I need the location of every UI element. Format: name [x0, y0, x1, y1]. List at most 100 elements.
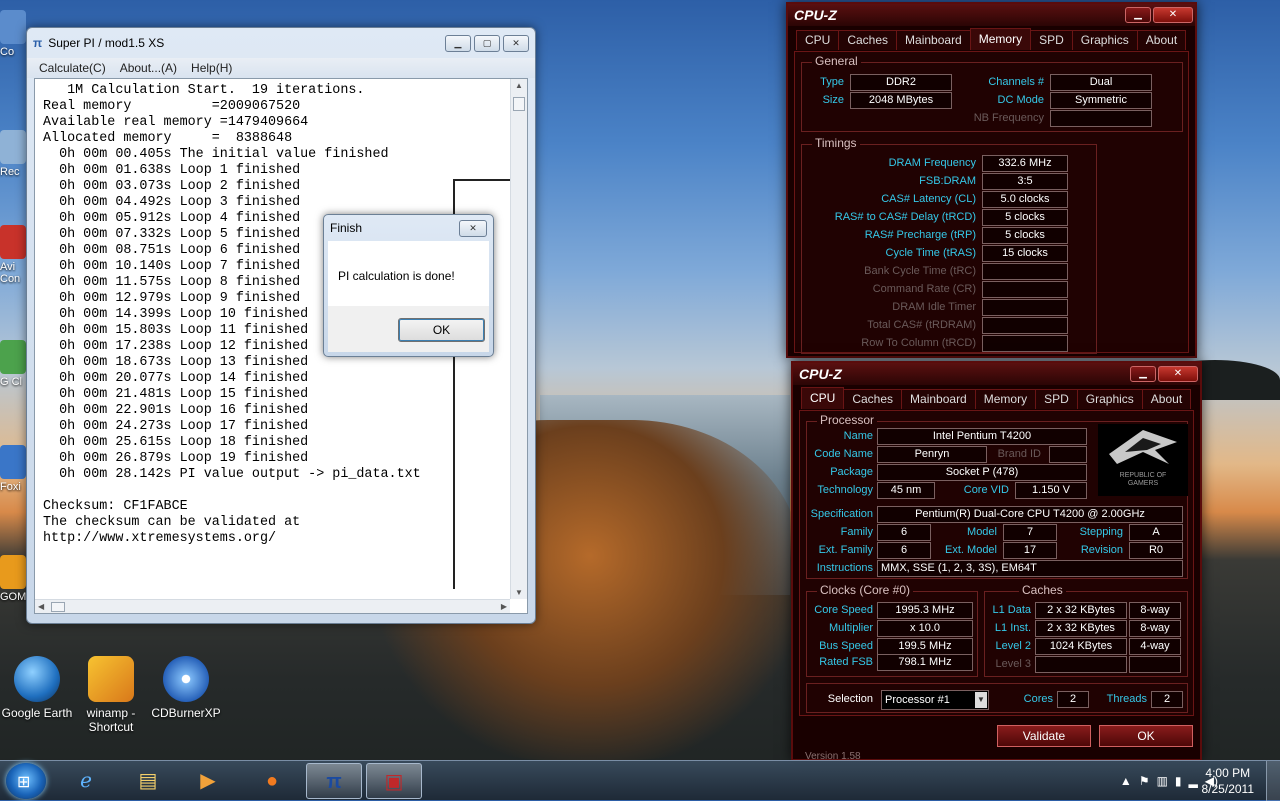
start-button[interactable]: ⊞ [6, 763, 46, 799]
output-line: 0h 00m 25.615s Loop 18 finished [43, 435, 309, 450]
output-line: 0h 00m 18.673s Loop 13 finished [43, 355, 309, 370]
cpuz-ok-button[interactable]: OK [1099, 725, 1193, 747]
output-line: 0h 00m 15.803s Loop 11 finished [43, 323, 309, 338]
power-icon[interactable]: ▮ [1175, 774, 1182, 788]
l2-label: Level 2 [995, 640, 1031, 652]
finish-dialog-titlebar[interactable]: Finish ✕ [324, 215, 493, 241]
desktop-icon-winamp[interactable]: winamp - Shortcut [71, 656, 151, 734]
cpuz-cpu-titlebar[interactable]: CPU-Z ▁ ✕ [793, 363, 1200, 385]
close-button[interactable]: ✕ [1158, 366, 1198, 382]
scroll-down-icon[interactable]: ▼ [515, 588, 523, 597]
minimize-button[interactable]: ▁ [445, 34, 471, 52]
desktop-icon-avi-converter[interactable]: Avi Con [0, 225, 28, 285]
selection-dropdown[interactable]: Processor #1 [881, 690, 989, 710]
taskbar-internet-explorer[interactable]: ℯ [58, 763, 114, 799]
taskbar-firefox[interactable]: ● [244, 763, 300, 799]
device-icon[interactable]: ▥ [1157, 774, 1168, 788]
desktop-icon-google-earth[interactable]: Google Earth [0, 656, 77, 720]
taskbar-media-player[interactable]: ▶ [180, 763, 236, 799]
validate-button[interactable]: Validate [997, 725, 1091, 747]
instructions-label: Instructions [816, 562, 873, 574]
finish-dialog-close-button[interactable]: ✕ [459, 219, 487, 237]
desktop-icon-cdburnerxp[interactable]: CDBurnerXP [146, 656, 226, 720]
cores-value: 2 [1057, 691, 1089, 708]
tab-memory[interactable]: Memory [974, 389, 1037, 409]
desktop-icon-recycle-bin[interactable]: Rec [0, 130, 28, 178]
tab-mainboard[interactable]: Mainboard [901, 389, 976, 409]
tab-caches[interactable]: Caches [843, 389, 903, 409]
ratedfsb-value: 798.1 MHz [877, 654, 973, 671]
cpuz-memory-titlebar[interactable]: CPU-Z ▁ ✕ [788, 4, 1195, 26]
tab-mainboard[interactable]: Mainboard [896, 30, 971, 50]
desktop-icon-foxit[interactable]: Foxi [0, 445, 28, 493]
l2-value: 1024 KBytes [1035, 638, 1127, 655]
output-line: 0h 00m 01.638s Loop 1 finished [43, 163, 301, 178]
l1d-label: L1 Data [992, 604, 1031, 616]
maximize-button[interactable]: ▢ [474, 34, 500, 52]
tab-memory[interactable]: Memory [969, 28, 1032, 50]
menu-calculate[interactable]: Calculate(C) [39, 61, 106, 75]
google-earth-icon [14, 656, 60, 702]
tab-about[interactable]: About [1136, 30, 1187, 50]
threads-label: Threads [1106, 693, 1147, 705]
dcmode-value: Symmetric [1050, 92, 1152, 109]
tab-graphics[interactable]: Graphics [1076, 389, 1143, 409]
show-hidden-icons-icon[interactable]: ▲ [1120, 774, 1132, 788]
tab-cpu[interactable]: CPU [796, 30, 840, 50]
corespeed-label: Core Speed [814, 604, 873, 616]
desktop-icon-computer[interactable]: Co [0, 10, 28, 58]
tab-about[interactable]: About [1141, 389, 1192, 409]
taskbar-clock[interactable]: 4:00 PM 8/25/2011 [1202, 765, 1255, 797]
scroll-right-icon[interactable]: ▶ [501, 602, 507, 611]
channels-label: Channels # [988, 76, 1044, 88]
package-value: Socket P (478) [877, 464, 1087, 481]
tab-spd[interactable]: SPD [1035, 389, 1078, 409]
desktop-icon-g-cl[interactable]: G Cl [0, 340, 28, 388]
cpuz-cpu-tabs: CPU Caches Mainboard Memory SPD Graphics… [801, 387, 1192, 409]
horizontal-scroll-thumb[interactable] [51, 602, 65, 612]
winamp-icon [88, 656, 134, 702]
caches-label: Caches [1019, 583, 1066, 597]
horizontal-scrollbar[interactable]: ◀ ▶ [35, 599, 510, 613]
scroll-up-icon[interactable]: ▲ [515, 81, 523, 90]
cpuz-memory-tabs: CPU Caches Mainboard Memory SPD Graphics… [796, 28, 1187, 50]
timing-label: Cycle Time (tRAS) [885, 247, 976, 259]
tab-cpu[interactable]: CPU [801, 387, 845, 409]
cores-label: Cores [1023, 693, 1053, 705]
minimize-button[interactable]: ▁ [1125, 7, 1151, 23]
timing-label: Bank Cycle Time (tRC) [864, 265, 976, 277]
output-line: 0h 00m 04.492s Loop 3 finished [43, 195, 301, 210]
show-desktop-button[interactable] [1266, 761, 1280, 801]
taskbar-explorer[interactable]: ▤ [120, 763, 176, 799]
selection-label: Selection [827, 693, 873, 705]
menu-about[interactable]: About...(A) [120, 61, 177, 75]
superpi-titlebar[interactable]: π Super PI / mod1.5 XS ▁ ▢ ✕ [27, 28, 535, 58]
close-button[interactable]: ✕ [1153, 7, 1193, 23]
tab-graphics[interactable]: Graphics [1071, 30, 1138, 50]
tab-caches[interactable]: Caches [838, 30, 898, 50]
network-icon[interactable]: ▂ [1189, 774, 1198, 788]
chevron-down-icon[interactable]: ▼ [975, 692, 987, 708]
output-line: 0h 00m 17.238s Loop 12 finished [43, 339, 309, 354]
model-value: 7 [1003, 524, 1057, 541]
close-button[interactable]: ✕ [503, 34, 529, 52]
vertical-scrollbar[interactable]: ▲ ▼ [510, 79, 527, 599]
busspeed-label: Bus Speed [819, 640, 873, 652]
finish-ok-button[interactable]: OK [398, 318, 485, 342]
menu-help[interactable]: Help(H) [191, 61, 232, 75]
output-line: 0h 00m 14.399s Loop 10 finished [43, 307, 309, 322]
output-line: 0h 00m 20.077s Loop 14 finished [43, 371, 309, 386]
taskbar-superpi[interactable]: π [306, 763, 362, 799]
scroll-left-icon[interactable]: ◀ [38, 602, 44, 611]
minimize-button[interactable]: ▁ [1130, 366, 1156, 382]
action-center-icon[interactable]: ⚑ [1139, 774, 1150, 788]
windows-logo-icon: ⊞ [17, 774, 31, 791]
vertical-scroll-thumb[interactable] [513, 97, 525, 111]
desktop-icon-gom[interactable]: GOM [0, 555, 28, 603]
l1i-value: 2 x 32 KBytes [1035, 620, 1127, 637]
media-player-icon: ▶ [200, 770, 216, 792]
channels-value: Dual [1050, 74, 1152, 91]
codename-label: Code Name [814, 448, 873, 460]
taskbar-cpuz[interactable]: ▣ [366, 763, 422, 799]
tab-spd[interactable]: SPD [1030, 30, 1073, 50]
